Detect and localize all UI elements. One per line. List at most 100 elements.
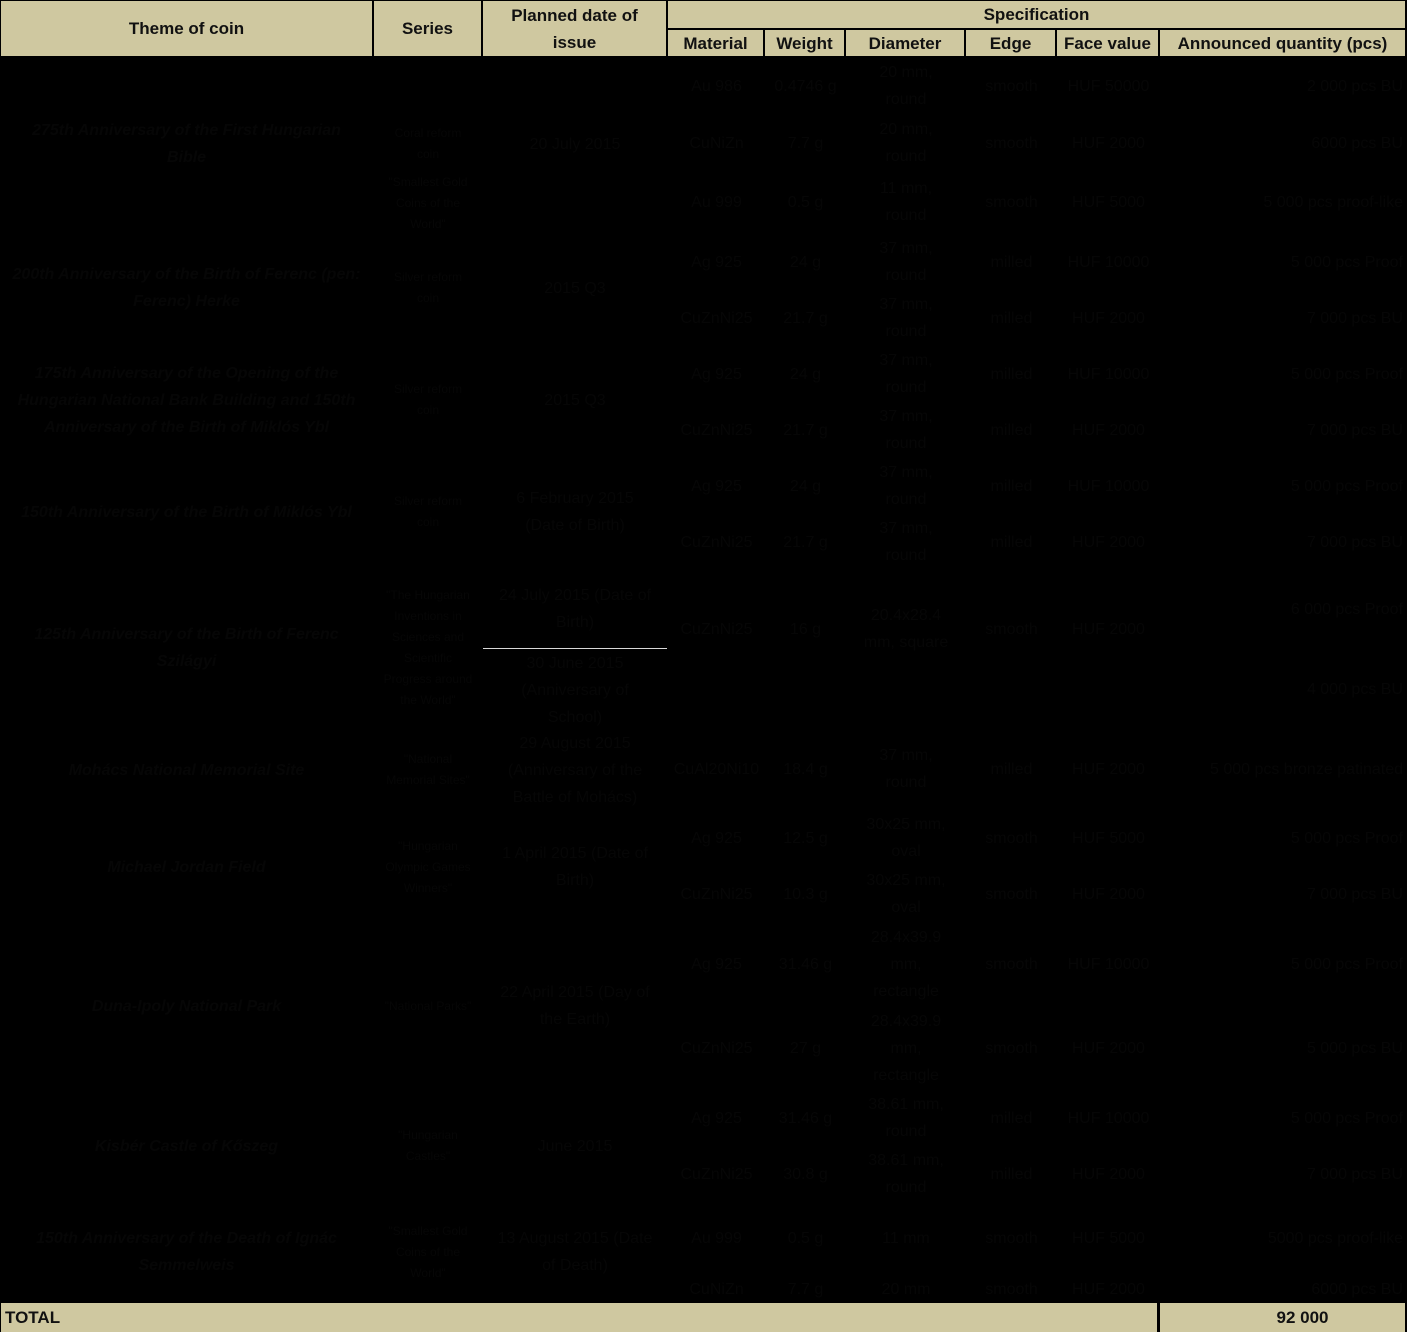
material-cell: CuZnNi25 [680,1165,753,1183]
date-cell: 29 August 2015 (Anniversary of the Battl… [507,734,643,806]
theme-cell: Michael Jordan Field [107,858,266,876]
theme-cell: 200th Anniversary of the Birth of Ferenc… [12,266,361,310]
header-series: Series [374,1,481,56]
quantity-cell: 7 000 pcs BU [1306,421,1403,439]
material-cell: Ag 925 [691,253,742,271]
theme-cell: 275th Anniversary of the First Hungarian… [32,122,341,166]
quantity-cell: 5 000 pcs BU [1306,1039,1403,1057]
quantity-cell: 5 000 pcs Proof [1290,477,1403,495]
date-cell: 6 February 2015 (Date of Birth) [516,490,634,534]
edge-cell: milled [990,365,1033,383]
material-cell: Ag 925 [691,1109,742,1127]
table-body: Au 986 0.4746 g 20 mm, round smooth HUF 5000… [0,57,1407,1302]
quantity-cell: 7 000 pcs BU [1306,1165,1403,1183]
diameter-cell: 37 mm, round [879,464,933,508]
weight-cell: 31.46 g [778,955,833,973]
quantity-cell: 6 000 pcs Proof [1290,600,1403,618]
face-value-cell: HUF 2000 [1072,1165,1145,1183]
quantity-cell: 7 000 pcs BU [1306,309,1403,327]
series-cell: "Hungarian Olympic Games Winners" [385,838,471,895]
material-cell: CuZnNi25 [680,620,753,638]
weight-cell: 0.4746 g [774,77,837,95]
date-cell: 20 July 2015 [529,135,621,153]
header-date: Planned date of issue [483,1,666,56]
edge-cell: smooth [985,620,1038,638]
series-cell: Silver reform coin [393,270,462,305]
diameter-cell: 20 mm, round [879,64,933,108]
material-cell: Au 999 [691,193,742,211]
material-cell: CuZnNi25 [680,421,753,439]
series-cell: Silver reform coin [393,382,462,417]
weight-cell: 24 g [789,477,822,495]
weight-cell: 18.4 g [783,760,828,778]
header-weight: Weight [765,30,844,56]
diameter-cell: 37 mm, round [879,747,933,791]
edge-cell: smooth [985,1039,1038,1057]
theme-cell: Mohács National Memorial Site [68,761,305,779]
material-cell: Ag 925 [691,955,742,973]
weight-cell: 21.7 g [783,421,828,439]
header-specification: Specification [668,1,1405,28]
theme-cell: Kisbér Castle of Kőszeg [94,1137,279,1155]
diameter-cell: 38.61 mm, round [868,1152,944,1196]
series-cell: Silver reform coin [393,494,462,529]
date-cell: 22 April 2015 (Day of the Earth) [500,984,650,1028]
diameter-cell: 37 mm, round [879,408,933,452]
edge-cell: smooth [985,885,1038,903]
weight-cell: 24 g [789,253,822,271]
date-cell: 13 August 2015 (Date of Death) [497,1230,653,1274]
weight-cell: 7.7 g [787,134,824,152]
edge-cell: milled [990,1109,1033,1127]
diameter-cell: 30x25 mm, oval [866,872,946,916]
weight-cell: 24 g [789,365,822,383]
material-cell: Ag 925 [691,477,742,495]
weight-cell: 31.46 g [778,1109,833,1127]
edge-cell: milled [990,309,1033,327]
date-divider [483,648,667,649]
face-value-cell: HUF 50000 [1067,77,1150,95]
diameter-cell: 30x25 mm, oval [866,816,946,860]
weight-cell: 27 g [789,1039,822,1057]
table-header: Theme of coin Series Planned date of iss… [0,0,1407,57]
material-cell: CuNiZn [689,134,744,152]
quantity-cell: 4 000 pcs BU [1306,680,1403,698]
header-material: Material [668,30,763,56]
weight-cell: 21.7 g [783,309,828,327]
diameter-cell: 11 mm, round [879,180,933,224]
quantity-cell: 5 000 pcs Proof [1290,955,1403,973]
quantity-cell: 2 000 pcs BU [1306,77,1403,95]
face-value-cell: HUF 5000 [1072,193,1145,211]
material-cell: CuZnNi25 [680,1039,753,1057]
material-cell: CuZnNi25 [680,309,753,327]
theme-cell: 125th Anniversary of the Birth of Ferenc… [34,626,339,670]
diameter-cell: 38.61 mm, round [868,1096,944,1140]
face-value-cell: HUF 2000 [1072,885,1145,903]
weight-cell: 0.5 g [787,193,824,211]
edge-cell: smooth [985,134,1038,152]
quantity-cell: 5 000 pcs bronze patinated [1209,760,1403,778]
date-cell: June 2015 [537,1137,613,1155]
series-cell: "Smallest Gold Coins of the World" [388,174,468,231]
face-value-cell: HUF 10000 [1067,477,1150,495]
edge-cell: milled [990,1165,1033,1183]
date-cell: 2015 Q3 [544,391,606,409]
diameter-cell: 11 mm [882,1229,930,1247]
material-cell: Ag 925 [691,365,742,383]
quantity-cell: 7 000 pcs BU [1306,885,1403,903]
edge-cell: smooth [985,955,1038,973]
face-value-cell: HUF 10000 [1067,1109,1150,1127]
weight-cell: 0.5 g [787,1229,824,1247]
edge-cell: smooth [985,77,1038,95]
quantity-cell: 5 000 pcs Proof [1290,1109,1403,1127]
series-cell: "National Memorial Sites" [386,752,470,787]
theme-cell: 150th Anniversary of the Birth of Miklós… [21,503,352,521]
header-diameter: Diameter [846,30,964,56]
diameter-cell: 28.4x39.9 mm, rectangle [870,928,942,1000]
face-value-cell: HUF 10000 [1067,365,1150,383]
face-value-cell: HUF 5000 [1072,829,1145,847]
series-cell: "Smallest Gold Coins of the World" [388,1223,468,1280]
header-theme: Theme of coin [1,1,372,56]
date-cell: 2015 Q3 [544,279,606,297]
total-row: TOTAL 92 000 [0,1303,1407,1332]
face-value-cell: HUF 2000 [1072,134,1145,152]
